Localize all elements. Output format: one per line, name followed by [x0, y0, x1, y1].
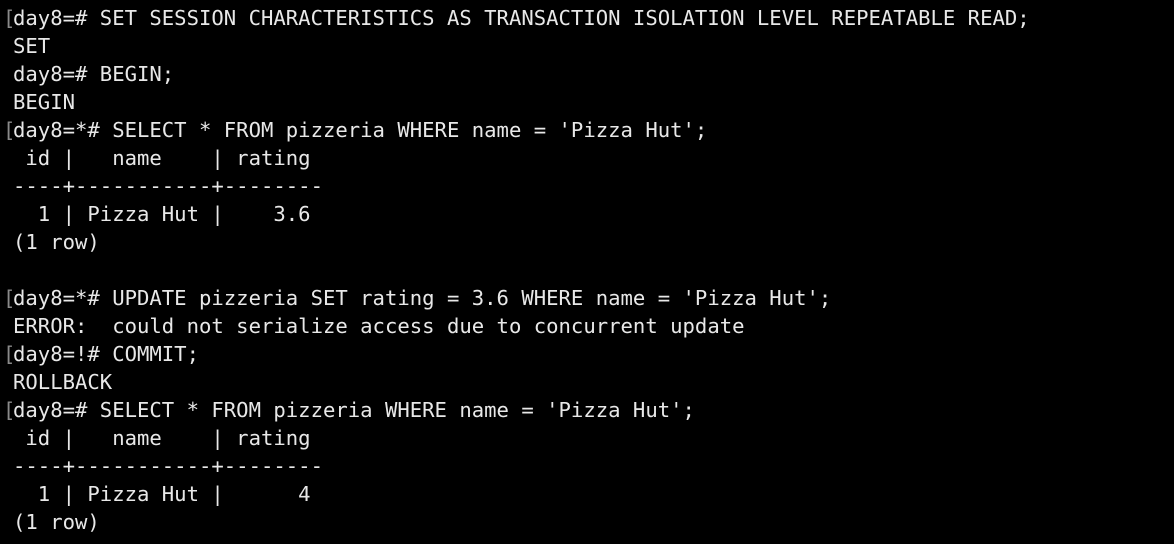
terminal-output-line: ERROR: could not serialize access due to… [13, 312, 1174, 340]
terminal-prompt-line: [day8=# SELECT * FROM pizzeria WHERE nam… [3, 396, 1174, 424]
terminal-line-text: ----+-----------+-------- [13, 174, 323, 198]
terminal-line-text: SET [13, 34, 51, 58]
terminal-line-text: (1 row) [13, 510, 100, 534]
terminal-line-text: day8=# SELECT * FROM pizzeria WHERE name… [13, 398, 695, 422]
terminal-line-text: (1 row) [13, 230, 100, 254]
terminal-output-line: 1 | Pizza Hut | 3.6 [13, 200, 1174, 228]
terminal-line-text: day8=*# SELECT * FROM pizzeria WHERE nam… [13, 118, 708, 142]
terminal-line-text: BEGIN [13, 90, 75, 114]
terminal-line-text: ERROR: could not serialize access due to… [13, 314, 745, 338]
terminal-output-line: BEGIN [13, 88, 1174, 116]
terminal-line-text: id | name | rating [13, 146, 311, 170]
selection-bracket-marker: [ [3, 286, 16, 310]
terminal-output-line: (1 row) [13, 508, 1174, 536]
terminal-line-text: day8=# SET SESSION CHARACTERISTICS AS TR… [13, 6, 1030, 30]
terminal-line-text: day8=# BEGIN; [13, 62, 175, 86]
terminal-line-text: id | name | rating [13, 426, 311, 450]
terminal-line-text: day8=*# UPDATE pizzeria SET rating = 3.6… [13, 286, 832, 310]
terminal-output-line: ----+-----------+-------- [13, 172, 1174, 200]
terminal-output-line: id | name | rating [13, 424, 1174, 452]
selection-bracket-marker: [ [3, 118, 16, 142]
terminal-output-line: ----+-----------+-------- [13, 452, 1174, 480]
terminal-line-text: 1 | Pizza Hut | 4 [13, 482, 311, 506]
terminal-output-line: SET [13, 32, 1174, 60]
terminal-prompt-line: [day8=*# UPDATE pizzeria SET rating = 3.… [3, 284, 1174, 312]
terminal-prompt-line: [day8=!# COMMIT; [3, 340, 1174, 368]
terminal-line-text: ROLLBACK [13, 370, 113, 394]
selection-bracket-marker: [ [3, 398, 16, 422]
terminal-output-line: (1 row) [13, 228, 1174, 256]
terminal-prompt-line: [day8=# SET SESSION CHARACTERISTICS AS T… [3, 4, 1174, 32]
selection-bracket-marker: [ [3, 342, 16, 366]
terminal-prompt-line: [day8=*# SELECT * FROM pizzeria WHERE na… [3, 116, 1174, 144]
terminal-line-text: ----+-----------+-------- [13, 454, 323, 478]
terminal-output-line: day8=# BEGIN; [13, 60, 1174, 88]
terminal-line-text: day8=!# COMMIT; [13, 342, 199, 366]
terminal-output-line: id | name | rating [13, 144, 1174, 172]
terminal-line-text: 1 | Pizza Hut | 3.6 [13, 202, 311, 226]
terminal-output-line: ROLLBACK [13, 368, 1174, 396]
selection-bracket-marker: [ [3, 6, 16, 30]
terminal-window[interactable]: [day8=# SET SESSION CHARACTERISTICS AS T… [0, 0, 1174, 544]
terminal-output-line: 1 | Pizza Hut | 4 [13, 480, 1174, 508]
